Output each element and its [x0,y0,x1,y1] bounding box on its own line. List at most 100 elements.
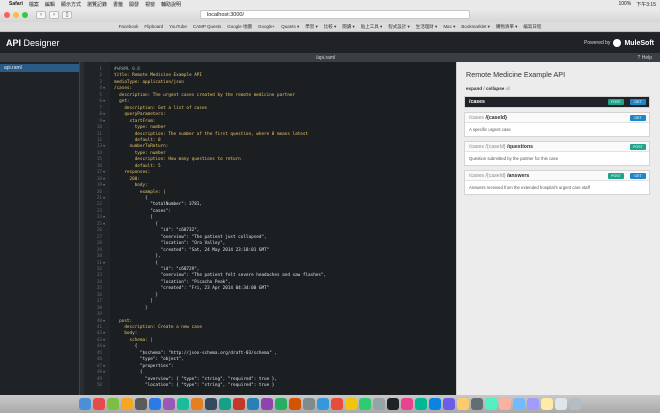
bookmark-item[interactable]: Mac ▾ [443,24,455,30]
dock-app-icon[interactable] [303,398,315,410]
bookmark-item[interactable]: Facebook [119,24,139,29]
menu-item-develop[interactable]: 開發 [129,1,139,8]
fold-toggle-icon[interactable]: ▼ [103,196,105,202]
fold-toggle-icon[interactable]: ▼ [103,177,105,183]
bookmark-item[interactable]: Bookmarklet ▾ [461,24,490,30]
dock-app-icon[interactable] [471,398,483,410]
dock-app-icon[interactable] [387,398,399,410]
fold-toggle-icon[interactable]: ▼ [103,183,105,189]
dock-app-icon[interactable] [121,398,133,410]
dock-app-icon[interactable] [163,398,175,410]
address-bar[interactable]: localhost:3000/ [200,10,470,19]
fold-toggle-icon[interactable]: ▼ [103,319,105,325]
dock-app-icon[interactable] [191,398,203,410]
bookmark-item[interactable]: 編寫日程 [523,24,541,30]
file-item[interactable]: api.raml [0,64,79,72]
bookmark-item[interactable]: YouTube [169,24,187,29]
dock-app-icon[interactable] [79,398,91,410]
fold-toggle-icon[interactable]: ▼ [103,364,105,370]
dock-app-icon[interactable] [555,398,567,410]
dock-app-icon[interactable] [177,398,189,410]
sidebar-icon[interactable]: ▯ [62,11,72,19]
dock-app-icon[interactable] [513,398,525,410]
get-method-button[interactable]: GET [630,173,646,179]
code-editor[interactable]: 1 #%RAML 0.8 2 title: Remote Medicine Examp… [84,62,456,395]
dock-app-icon[interactable] [541,398,553,410]
fold-toggle-icon[interactable]: ▼ [103,215,105,221]
dock-app-icon[interactable] [373,398,385,410]
menu-item-edit[interactable]: 編輯 [45,1,55,8]
bookmark-item[interactable]: Google 地圖 [227,24,252,30]
clock[interactable]: 下午3:15 [636,1,656,8]
post-method-button[interactable]: POST [608,99,624,105]
dock-app-icon[interactable] [261,398,273,410]
resource-questions[interactable]: /cases /{caseId} /questions POST Question … [464,141,650,166]
dock-app-icon[interactable] [135,398,147,410]
get-method-button[interactable]: GET [630,99,646,105]
fold-toggle-icon[interactable]: ▼ [103,370,105,376]
resource-header[interactable]: /cases /{caseId} /answers POST GET [465,171,649,181]
dock-app-icon[interactable] [331,398,343,410]
battery-status[interactable]: 100% [618,1,631,8]
menu-item-bookmarks[interactable]: 書籤 [113,1,123,8]
resource-cases[interactable]: /cases POST GET [464,96,650,108]
forward-icon[interactable]: › [49,11,59,19]
menu-item-window[interactable]: 視窗 [145,1,155,8]
dock-app-icon[interactable] [107,398,119,410]
dock-app-icon[interactable] [345,398,357,410]
bookmark-item[interactable]: 閱讀 ▾ [342,24,355,30]
bookmark-item[interactable]: 程式設計 ▾ [388,24,410,30]
dock-app-icon[interactable] [93,398,105,410]
resource-header[interactable]: /cases /{caseId} /questions POST [465,142,649,152]
menu-item-view[interactable]: 顯示方式 [61,1,81,8]
expand-link[interactable]: expand [466,86,482,91]
dock-app-icon[interactable] [275,398,287,410]
fold-toggle-icon[interactable]: ▼ [103,112,105,118]
fold-toggle-icon[interactable]: ▼ [103,222,105,228]
fold-toggle-icon[interactable]: ▼ [103,344,105,350]
dock-app-icon[interactable] [219,398,231,410]
dock-app-icon[interactable] [205,398,217,410]
dock-app-icon[interactable] [149,398,161,410]
dock-app-icon[interactable] [401,398,413,410]
get-method-button[interactable]: GET [630,115,646,121]
resource-header[interactable]: /cases /{caseId} GET [465,113,649,123]
back-icon[interactable]: ‹ [36,11,46,19]
bookmark-item[interactable]: 學習 ▾ [305,24,318,30]
fold-toggle-icon[interactable]: ▼ [103,86,105,92]
bookmark-item[interactable]: CAMP Quests [193,24,221,29]
resource-case-id[interactable]: /cases /{caseId} GET A specific urgent cas… [464,112,650,137]
dock-app-icon[interactable] [415,398,427,410]
dock-app-icon[interactable] [527,398,539,410]
bookmark-item[interactable]: 比較 ▾ [324,24,337,30]
dock-app-icon[interactable] [359,398,371,410]
close-window-icon[interactable] [4,12,10,18]
zoom-window-icon[interactable] [22,12,28,18]
resource-header[interactable]: /cases POST GET [465,97,649,107]
fold-toggle-icon[interactable]: ▼ [103,331,105,337]
menubar-app-name[interactable]: Safari [9,1,23,7]
fold-toggle-icon[interactable]: ▼ [103,144,105,150]
dock-app-icon[interactable] [247,398,259,410]
menu-item-file[interactable]: 檔案 [29,1,39,8]
dock-app-icon[interactable] [429,398,441,410]
menu-item-history[interactable]: 瀏覽記錄 [87,1,107,8]
post-method-button[interactable]: POST [630,144,646,150]
bookmark-item[interactable]: Google+ [258,24,275,29]
bookmark-item[interactable]: 購物清單 ▾ [496,24,518,30]
minimize-window-icon[interactable] [13,12,19,18]
fold-toggle-icon[interactable]: ▼ [103,99,105,105]
dock-app-icon[interactable] [569,398,581,410]
menu-item-help[interactable]: 輔助說明 [161,1,181,8]
dock-app-icon[interactable] [443,398,455,410]
fold-toggle-icon[interactable]: ▼ [103,119,105,125]
fold-toggle-icon[interactable]: ▼ [103,338,105,344]
dock-app-icon[interactable] [233,398,245,410]
post-method-button[interactable]: POST [608,173,624,179]
bookmark-item[interactable]: 貼上工具 ▾ [361,24,383,30]
bookmark-item[interactable]: Flipboard [144,24,163,29]
dock-app-icon[interactable] [485,398,497,410]
collapse-link[interactable]: collapse [486,86,504,91]
bookmark-item[interactable]: Quants ▾ [281,24,299,30]
help-button[interactable]: ? Help [638,55,652,61]
